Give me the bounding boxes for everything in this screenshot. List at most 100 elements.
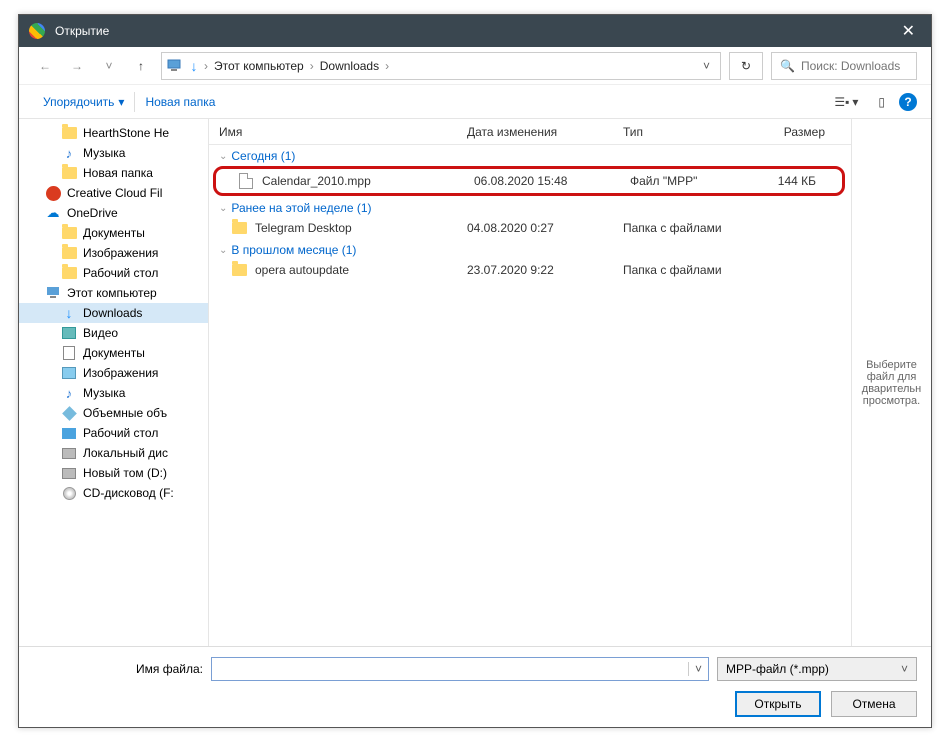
tree-item[interactable]: Новая папка — [19, 163, 208, 183]
tree-item[interactable]: CD-дисковод (F: — [19, 483, 208, 503]
cd-icon — [61, 485, 77, 501]
tree-item[interactable]: Изображения — [19, 363, 208, 383]
dialog-footer: Имя файла: ˅ MPP-файл (*.mpp)˅ Открыть О… — [19, 646, 931, 727]
tree-item-label: Локальный дис — [83, 446, 168, 460]
desk-icon — [61, 425, 77, 441]
details-icon: ☰▪ — [834, 95, 849, 109]
address-bar: ← → ˅ ↑ ↓ › Этот компьютер › Downloads ›… — [19, 47, 931, 85]
breadcrumb-seg-downloads[interactable]: Downloads — [316, 59, 383, 73]
disk-icon — [61, 465, 77, 481]
music-icon: ♪ — [61, 145, 77, 161]
list-item[interactable]: Calendar_2010.mpp06.08.2020 15:48Файл "M… — [216, 170, 842, 192]
folder-icon — [61, 165, 77, 181]
breadcrumb[interactable]: ↓ › Этот компьютер › Downloads › ˅ — [161, 52, 721, 80]
tree-item[interactable]: Объемные объ — [19, 403, 208, 423]
back-button[interactable]: ← — [33, 54, 57, 78]
cloud-icon: ☁ — [45, 205, 61, 221]
group-header[interactable]: ⌄ Ранее на этой неделе (1) — [209, 197, 851, 217]
group-header[interactable]: ⌄В прошлом месяце (1) — [209, 239, 851, 259]
group-title: Ранее на этой неделе (1) — [231, 201, 371, 215]
tree-item[interactable]: Новый том (D:) — [19, 463, 208, 483]
list-header[interactable]: Имя Дата изменения Тип Размер — [209, 119, 851, 145]
chevron-down-icon: ▾ — [118, 95, 124, 109]
chevron-down-icon[interactable]: ˅ — [901, 662, 908, 676]
preview-pane-button[interactable]: ▯ — [872, 95, 891, 109]
chevron-right-icon: › — [383, 59, 391, 73]
file-size: 144 КБ — [756, 174, 842, 188]
disk-icon — [61, 445, 77, 461]
tree-item[interactable]: ♪Музыка — [19, 383, 208, 403]
search-icon: 🔍 — [780, 59, 795, 73]
chevron-right-icon: › — [308, 59, 316, 73]
tree-item[interactable]: Рабочий стол — [19, 423, 208, 443]
list-item[interactable]: Telegram Desktop 04.08.2020 0:27Папка с ф… — [209, 217, 851, 239]
window-title: Открытие — [55, 24, 109, 38]
tree-item-label: Изображения — [83, 366, 158, 380]
nav-tree[interactable]: HearthStone He ♪ Музыка Новая папка Creative… — [19, 119, 209, 646]
close-icon[interactable]: ✕ — [896, 21, 921, 41]
tree-item-label: Музыка — [83, 146, 125, 160]
tree-item-label: Рабочий стол — [83, 266, 158, 280]
view-mode-button[interactable]: ☰▪▾ — [828, 95, 864, 109]
file-list[interactable]: Имя Дата изменения Тип Размер ⌄Сегодня (… — [209, 119, 851, 646]
file-type: Папка с файлами — [613, 221, 749, 235]
tree-item[interactable]: Документы — [19, 343, 208, 363]
tree-item-label: Документы — [83, 226, 145, 240]
col-date[interactable]: Дата изменения — [457, 125, 613, 139]
tree-item[interactable]: Документы — [19, 223, 208, 243]
open-button[interactable]: Открыть — [735, 691, 821, 717]
tree-item-label: Объемные объ — [83, 406, 167, 420]
tree-item[interactable]: Этот компьютер — [19, 283, 208, 303]
tree-item-label: Документы — [83, 346, 145, 360]
folder-icon — [61, 225, 77, 241]
filetype-combobox[interactable]: MPP-файл (*.mpp)˅ — [717, 657, 917, 681]
search-box[interactable]: 🔍 — [771, 52, 917, 80]
up-button[interactable]: ↑ — [129, 54, 153, 78]
col-type[interactable]: Тип — [613, 125, 749, 139]
tree-item[interactable]: Локальный дис — [19, 443, 208, 463]
tree-item[interactable]: ☁OneDrive — [19, 203, 208, 223]
chevron-down-icon: ⌄ — [219, 245, 227, 256]
forward-button[interactable]: → — [65, 54, 89, 78]
file-open-dialog: Открытие ✕ ← → ˅ ↑ ↓ › Этот компьютер › … — [18, 14, 932, 728]
file-type: Папка с файлами — [613, 263, 749, 277]
breadcrumb-seg-pc[interactable]: Этот компьютер — [210, 59, 308, 73]
new-folder-button[interactable]: Новая папка — [135, 95, 225, 109]
tree-item[interactable]: Рабочий стол — [19, 263, 208, 283]
tree-item-label: Новый том (D:) — [83, 466, 167, 480]
recent-dropdown[interactable]: ˅ — [97, 54, 121, 78]
chevron-down-icon[interactable]: ˅ — [688, 662, 708, 676]
cancel-button[interactable]: Отмена — [831, 691, 917, 717]
group-title: Сегодня (1) — [231, 149, 295, 163]
refresh-button[interactable]: ↻ — [729, 52, 763, 80]
help-button[interactable]: ? — [899, 93, 917, 111]
search-input[interactable] — [801, 59, 908, 73]
pc-icon — [45, 285, 61, 301]
music-icon: ♪ — [61, 385, 77, 401]
tree-item[interactable]: Видео — [19, 323, 208, 343]
col-name[interactable]: Имя — [209, 125, 457, 139]
pics-icon — [61, 365, 77, 381]
organize-button[interactable]: Упорядочить▾ — [33, 92, 135, 112]
tree-item[interactable]: Изображения — [19, 243, 208, 263]
chevron-down-icon: ⌄ — [219, 203, 227, 214]
list-item[interactable]: opera autoupdate23.07.2020 9:22Папка с ф… — [209, 259, 851, 281]
file-name: Telegram Desktop — [255, 221, 352, 235]
file-name: opera autoupdate — [255, 263, 349, 277]
file-date: 04.08.2020 0:27 — [457, 221, 613, 235]
filename-combobox[interactable]: ˅ — [211, 657, 709, 681]
tree-item[interactable]: ♪ Музыка — [19, 143, 208, 163]
cc-icon — [45, 185, 61, 201]
breadcrumb-dropdown[interactable]: ˅ — [697, 59, 716, 73]
tree-item-label: Creative Cloud Fil — [67, 186, 162, 200]
tree-item[interactable]: HearthStone He — [19, 123, 208, 143]
chevron-down-icon: ▾ — [852, 95, 858, 109]
folder-icon — [61, 125, 77, 141]
file-list-area: Имя Дата изменения Тип Размер ⌄Сегодня (… — [209, 119, 931, 646]
tree-item[interactable]: ↓Downloads — [19, 303, 208, 323]
tree-item[interactable]: Creative Cloud Fil — [19, 183, 208, 203]
tree-item-label: Этот компьютер — [67, 286, 157, 300]
titlebar[interactable]: Открытие ✕ — [19, 15, 931, 47]
col-size[interactable]: Размер — [749, 125, 851, 139]
group-header[interactable]: ⌄Сегодня (1) — [209, 145, 851, 165]
